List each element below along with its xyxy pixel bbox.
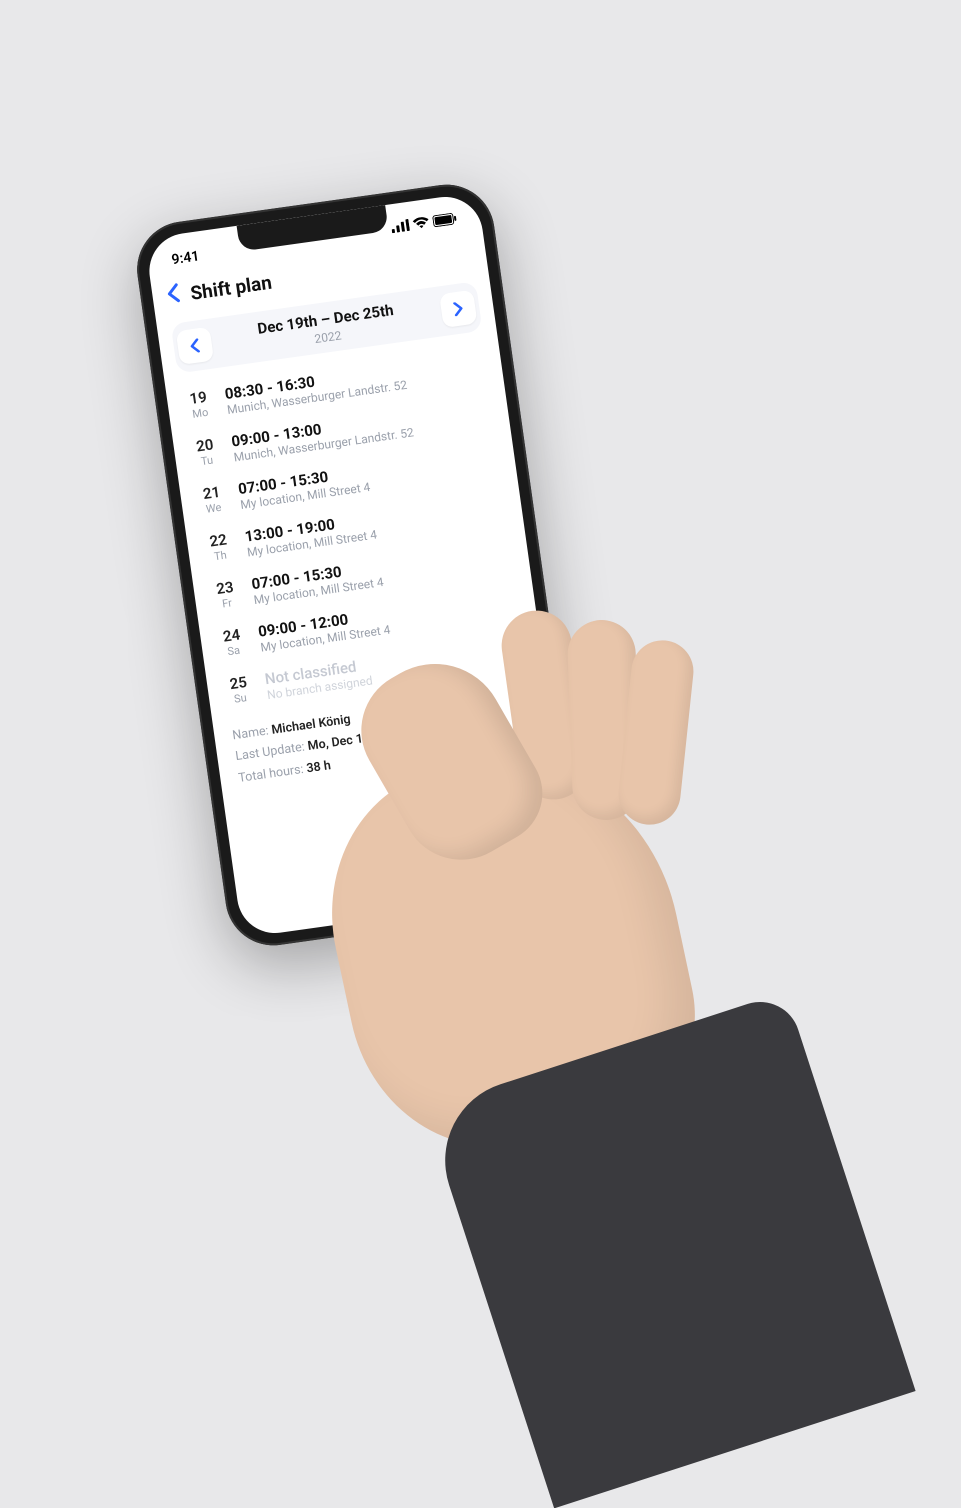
page-title: Shift plan — [189, 270, 273, 304]
shift-day-label: Tu — [191, 452, 223, 469]
next-week-button[interactable] — [439, 290, 477, 328]
shift-day-label: Mo — [185, 405, 217, 422]
shift-date: 22Th — [202, 529, 236, 564]
shift-date: 23Fr — [209, 577, 243, 612]
prev-week-button[interactable] — [176, 327, 214, 365]
shift-day-label: Sa — [218, 642, 250, 659]
shift-date: 25Su — [222, 672, 256, 707]
summary-hours-value: 38 h — [305, 758, 331, 776]
shift-date: 24Sa — [215, 625, 249, 660]
wifi-icon — [412, 216, 430, 234]
shift-day-label: Th — [205, 547, 237, 564]
summary-name-label: Name: — [232, 723, 270, 743]
shift-date: 19Mo — [182, 387, 216, 422]
signal-icon — [390, 219, 410, 237]
shift-day-label: Fr — [211, 595, 243, 612]
status-time: 9:41 — [171, 244, 233, 268]
shift-day-label: We — [198, 500, 230, 517]
shift-date: 21We — [195, 482, 229, 517]
status-indicators — [390, 212, 458, 237]
shift-date: 20Tu — [189, 434, 223, 469]
back-button[interactable] — [161, 280, 187, 311]
phone-screen: 9:41 Shift plan — [145, 192, 576, 938]
phone-frame: 9:41 Shift plan — [131, 179, 589, 952]
shift-list: 19Mo08:30 - 16:30Munich, Wasserburger La… — [165, 339, 544, 718]
shift-day-label: Su — [225, 690, 257, 707]
battery-icon — [432, 212, 458, 231]
